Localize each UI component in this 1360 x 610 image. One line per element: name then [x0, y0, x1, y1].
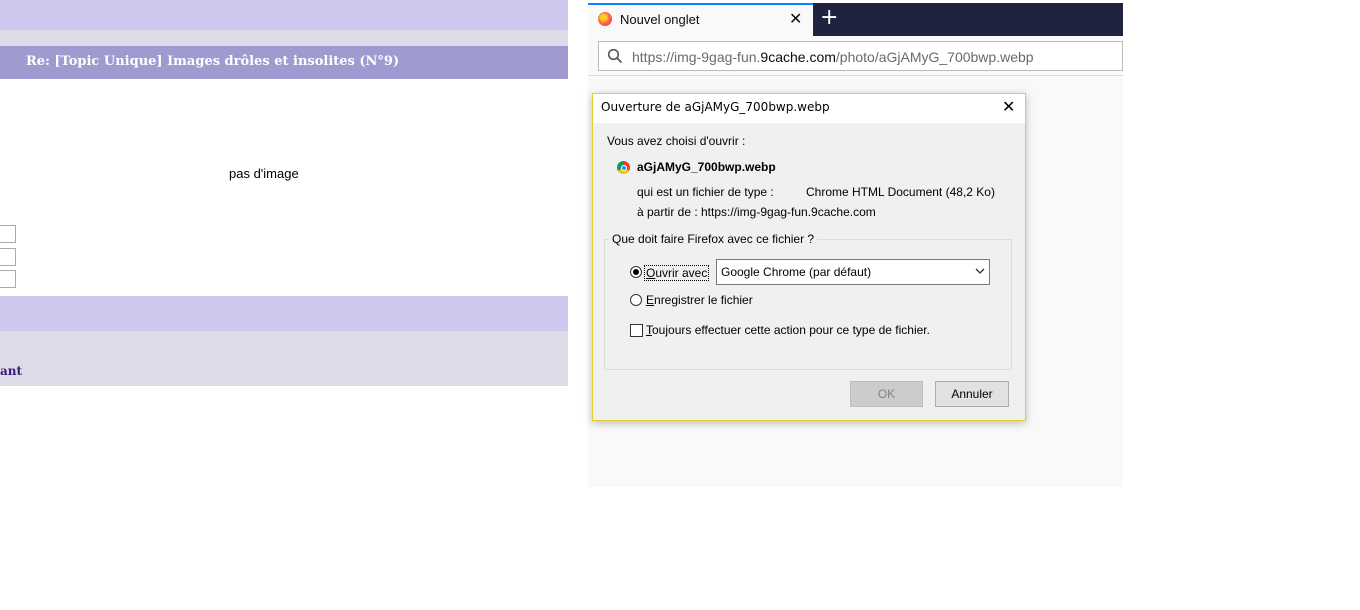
search-icon	[607, 48, 623, 64]
dialog-title: Ouverture de aGjAMyG_700bwp.webp	[601, 100, 830, 114]
save-file-label[interactable]: Enregistrer le fichier	[646, 293, 753, 307]
file-type-value: Chrome HTML Document (48,2 Ko)	[806, 185, 995, 199]
forum-footer-band	[0, 296, 568, 331]
always-do-label[interactable]: Toujours effectuer cette action pour ce …	[646, 323, 930, 337]
forum-footer-subband	[0, 331, 568, 386]
file-name: aGjAMyG_700bwp.webp	[637, 160, 776, 174]
file-type-label: qui est un fichier de type :	[637, 185, 774, 199]
forum-input-stub[interactable]	[0, 248, 16, 266]
file-source-label: à partir de :	[637, 205, 698, 219]
forum-subheader-band	[0, 30, 568, 46]
forum-input-stub[interactable]	[0, 225, 16, 243]
always-do-checkbox[interactable]	[630, 324, 643, 337]
forum-topic-title[interactable]: Re: [Topic Unique] Images drôles et inso…	[26, 54, 399, 69]
always-do-label-rest: oujours effectuer cette action pour ce t…	[652, 323, 930, 337]
url-text[interactable]: https://img-9gag-fun.9cache.com/photo/aG…	[632, 49, 1034, 65]
forum-input-stub[interactable]	[0, 270, 16, 288]
forum-header-band	[0, 0, 568, 30]
open-with-mnemonic: O	[646, 266, 656, 280]
forum-link-truncated[interactable]: ant	[0, 364, 22, 378]
open-with-radio[interactable]	[630, 266, 642, 278]
url-prefix: https://img-9gag-fun.	[632, 49, 761, 65]
chevron-down-icon[interactable]	[974, 265, 986, 277]
ok-button[interactable]: OK	[850, 381, 923, 407]
open-with-label[interactable]: Ouvrir avec	[644, 265, 710, 281]
firefox-icon	[598, 12, 612, 26]
cancel-button[interactable]: Annuler	[935, 381, 1009, 407]
chrome-icon	[617, 161, 630, 174]
file-source-value: https://img-9gag-fun.9cache.com	[701, 205, 876, 219]
url-path: /photo/aGjAMyG_700bwp.webp	[835, 49, 1034, 65]
open-with-label-rest: uvrir avec	[655, 266, 708, 280]
application-select-value: Google Chrome (par défaut)	[721, 265, 872, 279]
close-tab-icon[interactable]: ✕	[789, 10, 802, 28]
action-question: Que doit faire Firefox avec ce fichier ?	[609, 232, 818, 246]
no-image-placeholder: pas d'image	[229, 166, 299, 181]
new-tab-button[interactable]: +	[820, 6, 838, 30]
tab-title: Nouvel onglet	[620, 12, 700, 27]
save-file-mnemonic: E	[646, 293, 655, 307]
dialog-intro: Vous avez choisi d'ouvrir :	[607, 134, 746, 148]
url-domain: 9cache.com	[760, 49, 836, 65]
save-file-radio[interactable]	[630, 294, 642, 306]
save-file-label-rest: nregistrer le fichier	[654, 293, 753, 307]
dialog-close-icon[interactable]: ✕	[1002, 97, 1015, 117]
